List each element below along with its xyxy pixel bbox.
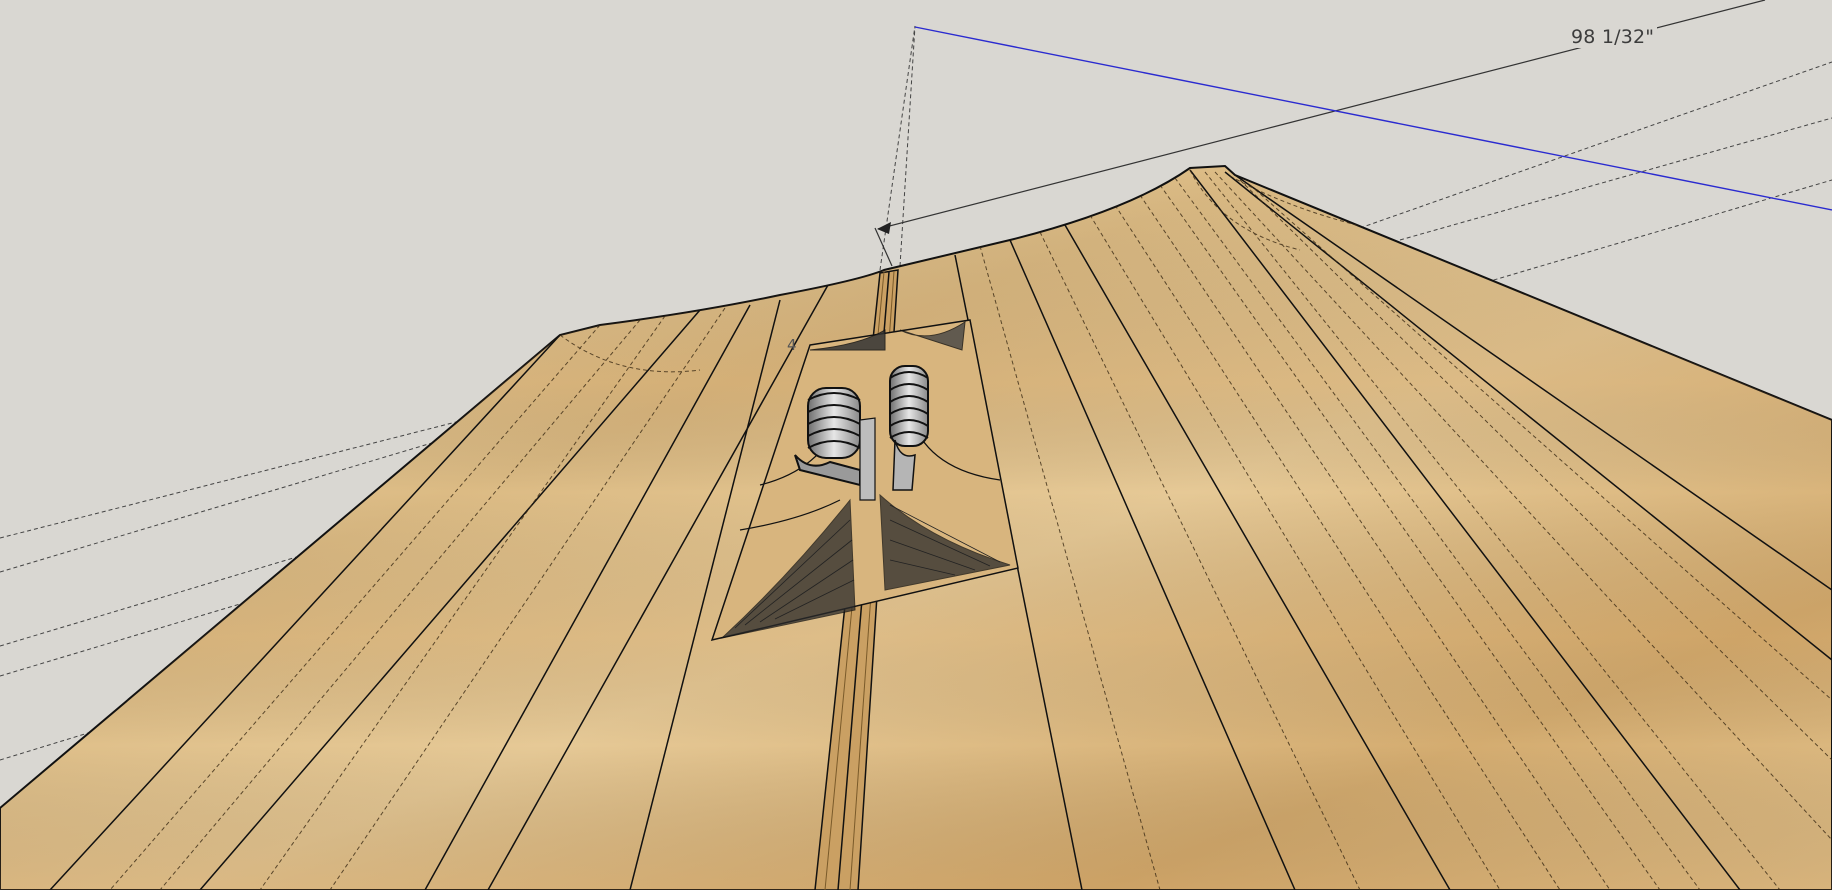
angle-label: 4	[787, 336, 797, 354]
blue-axis-line	[914, 26, 1832, 211]
sketchup-viewport[interactable]: 98 1/32" 4	[0, 0, 1832, 890]
dimension-arrow-icon	[877, 222, 891, 234]
dimension-label[interactable]: 98 1/32"	[1568, 26, 1658, 48]
3d-model-scene[interactable]	[0, 0, 1832, 890]
wood-board[interactable]	[0, 164, 1832, 890]
